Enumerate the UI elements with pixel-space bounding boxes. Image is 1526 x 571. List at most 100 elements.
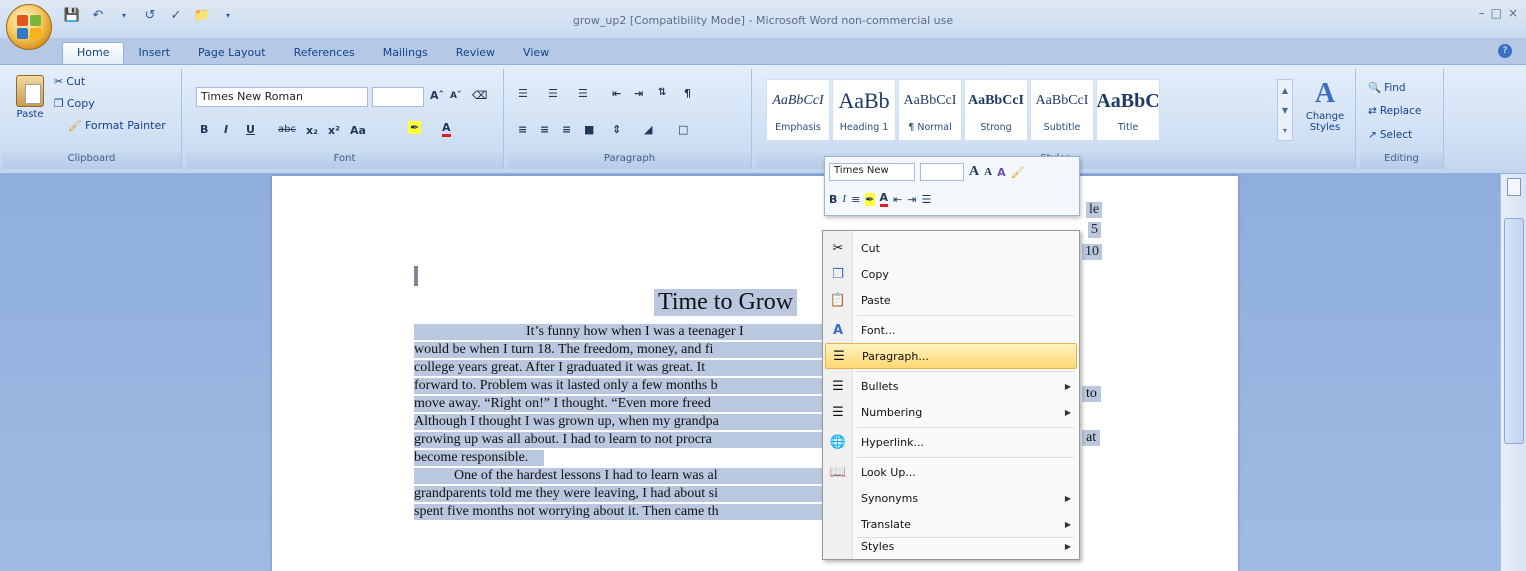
menu-item-font[interactable]: A Font... bbox=[825, 317, 1077, 343]
align-right-icon[interactable]: ≡ bbox=[562, 123, 571, 136]
tab-view[interactable]: View bbox=[509, 43, 563, 64]
font-size-combo[interactable] bbox=[372, 87, 424, 107]
shading-icon[interactable]: ◢ bbox=[644, 123, 652, 136]
mini-decrease-indent-icon[interactable]: ⇤ bbox=[893, 193, 902, 206]
strikethrough-icon[interactable]: abc bbox=[278, 124, 296, 135]
mini-center-icon[interactable]: ≡ bbox=[851, 193, 860, 206]
mini-shrink-font-icon[interactable]: A bbox=[984, 166, 992, 178]
scroll-down-icon[interactable]: ▼ bbox=[1282, 106, 1288, 115]
mini-format-painter-icon[interactable]: 🖌 bbox=[1011, 166, 1025, 179]
font-color-icon[interactable]: A bbox=[442, 121, 451, 137]
mini-font-size-combo[interactable] bbox=[920, 163, 964, 181]
styles-gallery-scroll[interactable]: ▲ ▼ ▾ bbox=[1277, 79, 1293, 141]
bullets-icon[interactable]: ☰ bbox=[518, 87, 528, 100]
mini-highlight-icon[interactable]: ✒ bbox=[865, 192, 875, 206]
close-icon[interactable]: × bbox=[1508, 6, 1518, 20]
shrink-font-icon[interactable]: Aˇ bbox=[450, 91, 461, 101]
change-case-icon[interactable]: Aa bbox=[350, 124, 366, 137]
highlight-icon[interactable]: ✒ bbox=[408, 121, 422, 134]
more-styles-icon[interactable]: ▾ bbox=[1283, 126, 1287, 135]
tab-references[interactable]: References bbox=[280, 43, 369, 64]
align-center-icon[interactable]: ≡ bbox=[540, 123, 549, 136]
replace-label: Replace bbox=[1379, 105, 1422, 117]
paste-button[interactable]: Paste bbox=[12, 75, 48, 143]
menu-item-styles[interactable]: Styles ▶ bbox=[825, 533, 1077, 559]
menu-item-look-up[interactable]: 📖 Look Up... bbox=[825, 459, 1077, 485]
change-styles-button[interactable]: A Change Styles bbox=[1300, 77, 1350, 133]
mini-font-name-combo[interactable]: Times New bbox=[829, 163, 915, 181]
underline-icon[interactable]: U bbox=[246, 123, 255, 136]
menu-item-paste[interactable]: 📋 Paste bbox=[825, 287, 1077, 313]
style-emphasis[interactable]: AaBbCcI Emphasis bbox=[766, 79, 830, 141]
menu-item-bullets[interactable]: ☰ Bullets ▶ bbox=[825, 373, 1077, 399]
style-preview: AaBbCcI bbox=[903, 93, 957, 108]
select-label: Select bbox=[1379, 129, 1413, 141]
borders-icon[interactable]: □ bbox=[678, 123, 688, 136]
decrease-indent-icon[interactable]: ⇤ bbox=[612, 87, 621, 100]
style-subtitle[interactable]: AaBbCcI Subtitle bbox=[1030, 79, 1094, 141]
multilevel-list-icon[interactable]: ☰ bbox=[578, 87, 588, 100]
tab-insert[interactable]: Insert bbox=[124, 43, 184, 64]
clear-format-icon[interactable]: ⌫ bbox=[472, 89, 488, 102]
superscript-icon[interactable]: x² bbox=[328, 124, 340, 137]
paste-icon bbox=[16, 75, 44, 107]
window-controls: – □ × bbox=[1479, 6, 1518, 20]
tab-home[interactable]: Home bbox=[62, 42, 125, 64]
copy-button[interactable]: ❐ Copy bbox=[54, 97, 95, 110]
document-line: forward to. Problem was it lasted only a… bbox=[414, 378, 824, 394]
tab-page-layout[interactable]: Page Layout bbox=[184, 43, 280, 64]
menu-item-synonyms[interactable]: Synonyms ▶ bbox=[825, 485, 1077, 511]
tab-review[interactable]: Review bbox=[442, 43, 509, 64]
increase-indent-icon[interactable]: ⇥ bbox=[634, 87, 643, 100]
minimize-icon[interactable]: – bbox=[1479, 6, 1485, 20]
maximize-icon[interactable]: □ bbox=[1491, 6, 1502, 20]
document-line: spent five months not worrying about it.… bbox=[414, 504, 824, 520]
menu-item-copy[interactable]: ❐ Copy bbox=[825, 261, 1077, 287]
grow-font-icon[interactable]: Aˆ bbox=[430, 89, 444, 102]
sort-icon[interactable]: ⇅ bbox=[658, 87, 666, 98]
line-spacing-icon[interactable]: ⇕ bbox=[612, 123, 621, 136]
menu-item-paragraph[interactable]: ☰ Paragraph... bbox=[825, 343, 1077, 369]
mini-italic-icon[interactable]: I bbox=[842, 193, 846, 205]
justify-icon[interactable]: ■ bbox=[584, 123, 594, 136]
submenu-arrow-icon: ▶ bbox=[1064, 541, 1072, 551]
style-strong[interactable]: AaBbCcI Strong bbox=[964, 79, 1028, 141]
paragraph-group: ☰ ☰ ☰ ⇤ ⇥ ⇅ ¶ ≡ ≡ ≡ ■ ⇕ ◢ □ Paragraph bbox=[508, 69, 752, 169]
menu-item-numbering[interactable]: ☰ Numbering ▶ bbox=[825, 399, 1077, 425]
pilcrow-icon[interactable]: ¶ bbox=[684, 87, 691, 100]
italic-icon[interactable]: I bbox=[224, 123, 228, 136]
select-button[interactable]: ↗ Select bbox=[1368, 129, 1412, 141]
font-group-label: Font bbox=[186, 153, 503, 169]
numbering-icon[interactable]: ☰ bbox=[548, 87, 558, 100]
mini-styles-icon[interactable]: A bbox=[997, 166, 1006, 179]
help-icon[interactable]: ? bbox=[1498, 44, 1512, 58]
style-title[interactable]: AaBbC Title bbox=[1096, 79, 1160, 141]
style-heading-1[interactable]: AaBb Heading 1 bbox=[832, 79, 896, 141]
mini-font-color-icon[interactable]: A bbox=[879, 191, 889, 207]
vertical-scrollbar[interactable] bbox=[1500, 174, 1526, 571]
scissors-icon: ✂ bbox=[832, 240, 844, 256]
format-painter-button[interactable]: 🖌 Format Painter bbox=[68, 119, 166, 132]
tab-mailings[interactable]: Mailings bbox=[369, 43, 442, 64]
menu-item-hyperlink[interactable]: 🌐 Hyperlink... bbox=[825, 429, 1077, 455]
replace-button[interactable]: ⇄ Replace bbox=[1368, 105, 1421, 117]
subscript-icon[interactable]: x₂ bbox=[306, 124, 318, 137]
font-name-combo[interactable]: Times New Roman bbox=[196, 87, 368, 107]
document-line: Although I thought I was grown up, when … bbox=[414, 414, 824, 430]
menu-item-cut[interactable]: ✂ Cut bbox=[825, 235, 1077, 261]
style-normal[interactable]: AaBbCcI ¶ Normal bbox=[898, 79, 962, 141]
mini-bullets-icon[interactable]: ☰ bbox=[921, 193, 931, 206]
view-ruler-icon[interactable] bbox=[1507, 178, 1521, 196]
document-line: It’s funny how when I was a teenager I bbox=[414, 324, 824, 340]
mini-increase-indent-icon[interactable]: ⇥ bbox=[907, 193, 916, 206]
find-button[interactable]: 🔍 Find bbox=[1368, 81, 1406, 95]
bullets-icon: ☰ bbox=[832, 378, 844, 394]
align-left-icon[interactable]: ≡ bbox=[518, 123, 527, 136]
mini-bold-icon[interactable]: B bbox=[829, 193, 837, 206]
scroll-up-icon[interactable]: ▲ bbox=[1282, 86, 1288, 95]
bold-icon[interactable]: B bbox=[200, 123, 208, 136]
mini-grow-font-icon[interactable]: A bbox=[969, 164, 979, 180]
scroll-thumb[interactable] bbox=[1504, 218, 1524, 444]
office-button[interactable] bbox=[6, 4, 52, 50]
cut-button[interactable]: ✂ Cut bbox=[54, 75, 85, 88]
